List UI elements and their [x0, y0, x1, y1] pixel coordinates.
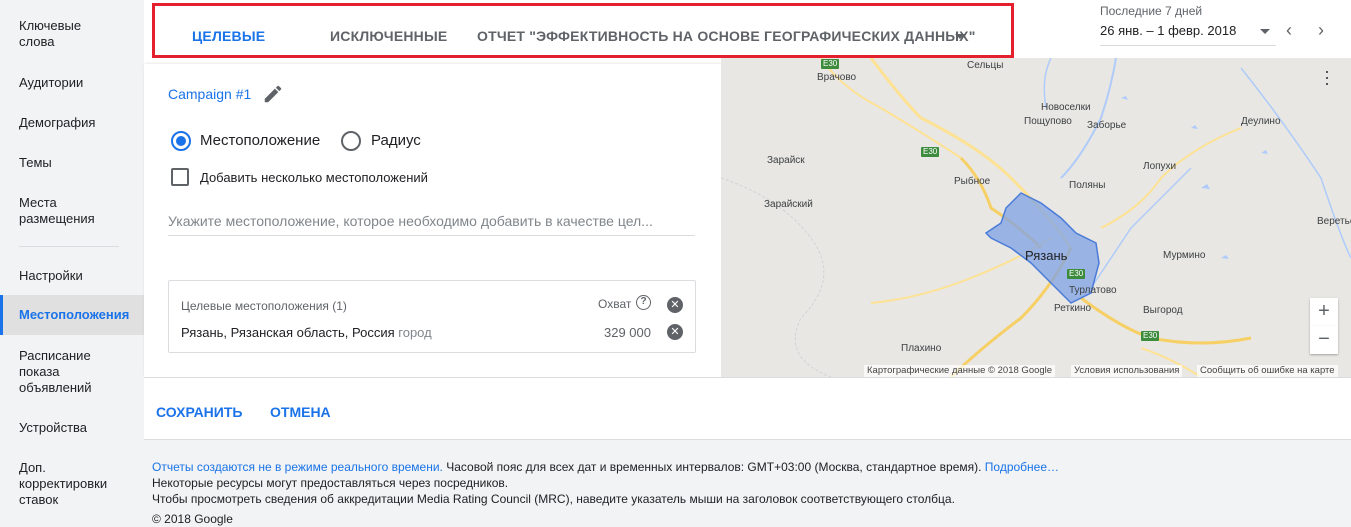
sidebar-item-audiences[interactable]: Аудитории: [0, 75, 144, 91]
sidebar-item-devices[interactable]: Устройства: [0, 420, 144, 436]
location-name: Рязань, Рязанская область, Россия: [181, 325, 395, 340]
pencil-icon[interactable]: [262, 83, 284, 105]
multi-location-label: Добавить несколько местоположений: [200, 170, 428, 185]
location-reach: 329 000: [604, 325, 651, 340]
map-report-link[interactable]: Сообщить об ошибке на карте: [1197, 365, 1338, 377]
remove-all-icon[interactable]: ✕: [667, 297, 683, 313]
chevron-left-icon[interactable]: ‹: [1279, 21, 1299, 41]
location-panel: Campaign #1 Местоположение Радиус Добави…: [144, 64, 721, 377]
zoom-out-button[interactable]: −: [1310, 326, 1338, 354]
tab-excluded[interactable]: ИСКЛЮЧЕННЫЕ: [330, 28, 447, 44]
copyright: © 2018 Google: [152, 512, 233, 526]
chevron-right-icon[interactable]: ›: [1311, 21, 1331, 41]
city-label: Сельцы: [967, 60, 1004, 71]
sidebar: Ключевые слова Аудитории Демография Темы…: [0, 0, 144, 527]
sidebar-item-label: Устройства: [19, 420, 88, 435]
city-label: Врачово: [817, 72, 857, 83]
city-label: Веретье: [1317, 216, 1351, 227]
sidebar-item-settings[interactable]: Настройки: [0, 268, 144, 284]
sidebar-item-ad-schedule[interactable]: Расписание показа объявлений: [0, 348, 144, 396]
date-range-underline: [1100, 45, 1276, 46]
remove-location-icon[interactable]: ✕: [667, 324, 683, 340]
map-terms-link[interactable]: Условия использования: [1071, 365, 1183, 377]
multi-location-checkbox[interactable]: [171, 168, 189, 186]
city-label: Деулино: [1241, 116, 1281, 127]
city-label: Рыбное: [954, 176, 991, 187]
more-vert-icon[interactable]: · · ·: [1324, 62, 1330, 92]
radio-radius-label: Радиус: [371, 132, 421, 149]
city-label: Плахино: [901, 343, 942, 354]
radio-location-label: Местоположение: [200, 132, 321, 149]
tabs-highlight: ЦЕЛЕВЫЕ ИСКЛЮЧЕННЫЕ ОТЧЕТ "ЭФФЕКТИВНОСТЬ…: [152, 3, 1014, 58]
city-label-ryazan: Рязань: [1025, 248, 1068, 263]
date-range-select[interactable]: 26 янв. – 1 февр. 2018: [1100, 23, 1236, 38]
city-label: Лопухи: [1143, 161, 1177, 172]
city-label: Выгород: [1143, 305, 1183, 316]
road-shield: E30: [821, 59, 840, 69]
road-shield: E30: [1141, 331, 1160, 341]
radio-radius[interactable]: [341, 131, 361, 151]
footer: Отчеты создаются не в режиме реального в…: [152, 459, 1059, 527]
sidebar-item-label: Демография: [19, 115, 96, 130]
timezone-text: Часовой пояс для всех дат и временных ин…: [442, 460, 985, 474]
sidebar-item-label: Места размещения: [19, 195, 95, 226]
city-label: Новоселки: [1041, 102, 1091, 113]
chevron-down-icon[interactable]: [955, 34, 965, 39]
city-label: Поляны: [1069, 180, 1106, 191]
location-row: Рязань, Рязанская область, Россия город: [181, 325, 432, 340]
date-range-label: Последние 7 дней: [1100, 4, 1203, 18]
zoom-in-button[interactable]: +: [1310, 298, 1338, 326]
realtime-info-link[interactable]: Отчеты создаются не в режиме реального в…: [152, 460, 443, 474]
city-label: Заборье: [1087, 120, 1127, 131]
tab-geo-report[interactable]: ОТЧЕТ "ЭФФЕКТИВНОСТЬ НА ОСНОВЕ ГЕОГРАФИЧ…: [477, 28, 976, 44]
campaign-name[interactable]: Campaign #1: [168, 86, 251, 102]
reach-header: Охват: [598, 297, 632, 311]
sidebar-divider: [19, 246, 119, 247]
location-search-input[interactable]: [168, 206, 695, 236]
location-type: город: [398, 325, 432, 340]
top-bar: ЦЕЛЕВЫЕ ИСКЛЮЧЕННЫЕ ОТЧЕТ "ЭФФЕКТИВНОСТЬ…: [144, 0, 1351, 64]
city-label: Зарайск: [767, 155, 805, 166]
radio-location[interactable]: [171, 131, 191, 151]
learn-more-link[interactable]: Подробнее…: [985, 460, 1059, 474]
sidebar-item-demographics[interactable]: Демография: [0, 115, 144, 131]
sidebar-item-locations[interactable]: Местоположения: [0, 295, 144, 335]
sidebar-item-label: Настройки: [19, 268, 83, 283]
chevron-down-icon[interactable]: [1260, 29, 1270, 34]
footer-line-1: Отчеты создаются не в режиме реального в…: [152, 459, 1059, 475]
help-icon[interactable]: ?: [636, 295, 651, 310]
map-view[interactable]: Сельцы Врачово Новоселки Пощупово Заборь…: [721, 58, 1351, 377]
road-shield: E30: [1067, 269, 1086, 279]
city-label: Зарайский: [764, 199, 813, 210]
action-bar: СОХРАНИТЬ ОТМЕНА: [144, 377, 1351, 440]
city-label: Реткино: [1054, 303, 1092, 314]
sidebar-item-keywords[interactable]: Ключевые слова: [0, 18, 144, 50]
city-label: Мурмино: [1163, 250, 1206, 261]
sidebar-item-label: Темы: [19, 155, 52, 170]
sidebar-item-label: Местоположения: [19, 307, 130, 322]
map-attribution: Картографические данные © 2018 Google: [864, 365, 1056, 377]
sidebar-item-label: Ключевые слова: [19, 18, 82, 49]
targeted-locations-header: Целевые местоположения (1): [181, 299, 347, 313]
map-graphics: [721, 58, 1351, 377]
city-label: Пощупово: [1024, 116, 1072, 127]
sidebar-item-label: Доп. корректировки ставок: [19, 460, 108, 507]
sidebar-item-label: Аудитории: [19, 75, 84, 90]
sidebar-item-bid-adjustments[interactable]: Доп. корректировки ставок: [0, 460, 144, 508]
footer-line-2: Некоторые ресурсы могут предоставляться …: [152, 476, 509, 490]
sidebar-item-placements[interactable]: Места размещения: [0, 195, 144, 227]
save-button[interactable]: СОХРАНИТЬ: [156, 404, 242, 420]
footer-line-3: Чтобы просмотреть сведения об аккредитац…: [152, 492, 955, 506]
targeted-locations-box: Целевые местоположения (1) Охват ? ✕ Ряз…: [168, 280, 696, 353]
cancel-button[interactable]: ОТМЕНА: [270, 404, 331, 420]
city-label: Турлатово: [1069, 285, 1117, 296]
sidebar-item-label: Расписание показа объявлений: [19, 348, 92, 395]
sidebar-item-topics[interactable]: Темы: [0, 155, 144, 171]
tab-targeted[interactable]: ЦЕЛЕВЫЕ: [192, 28, 265, 44]
road-shield: E30: [921, 147, 940, 157]
